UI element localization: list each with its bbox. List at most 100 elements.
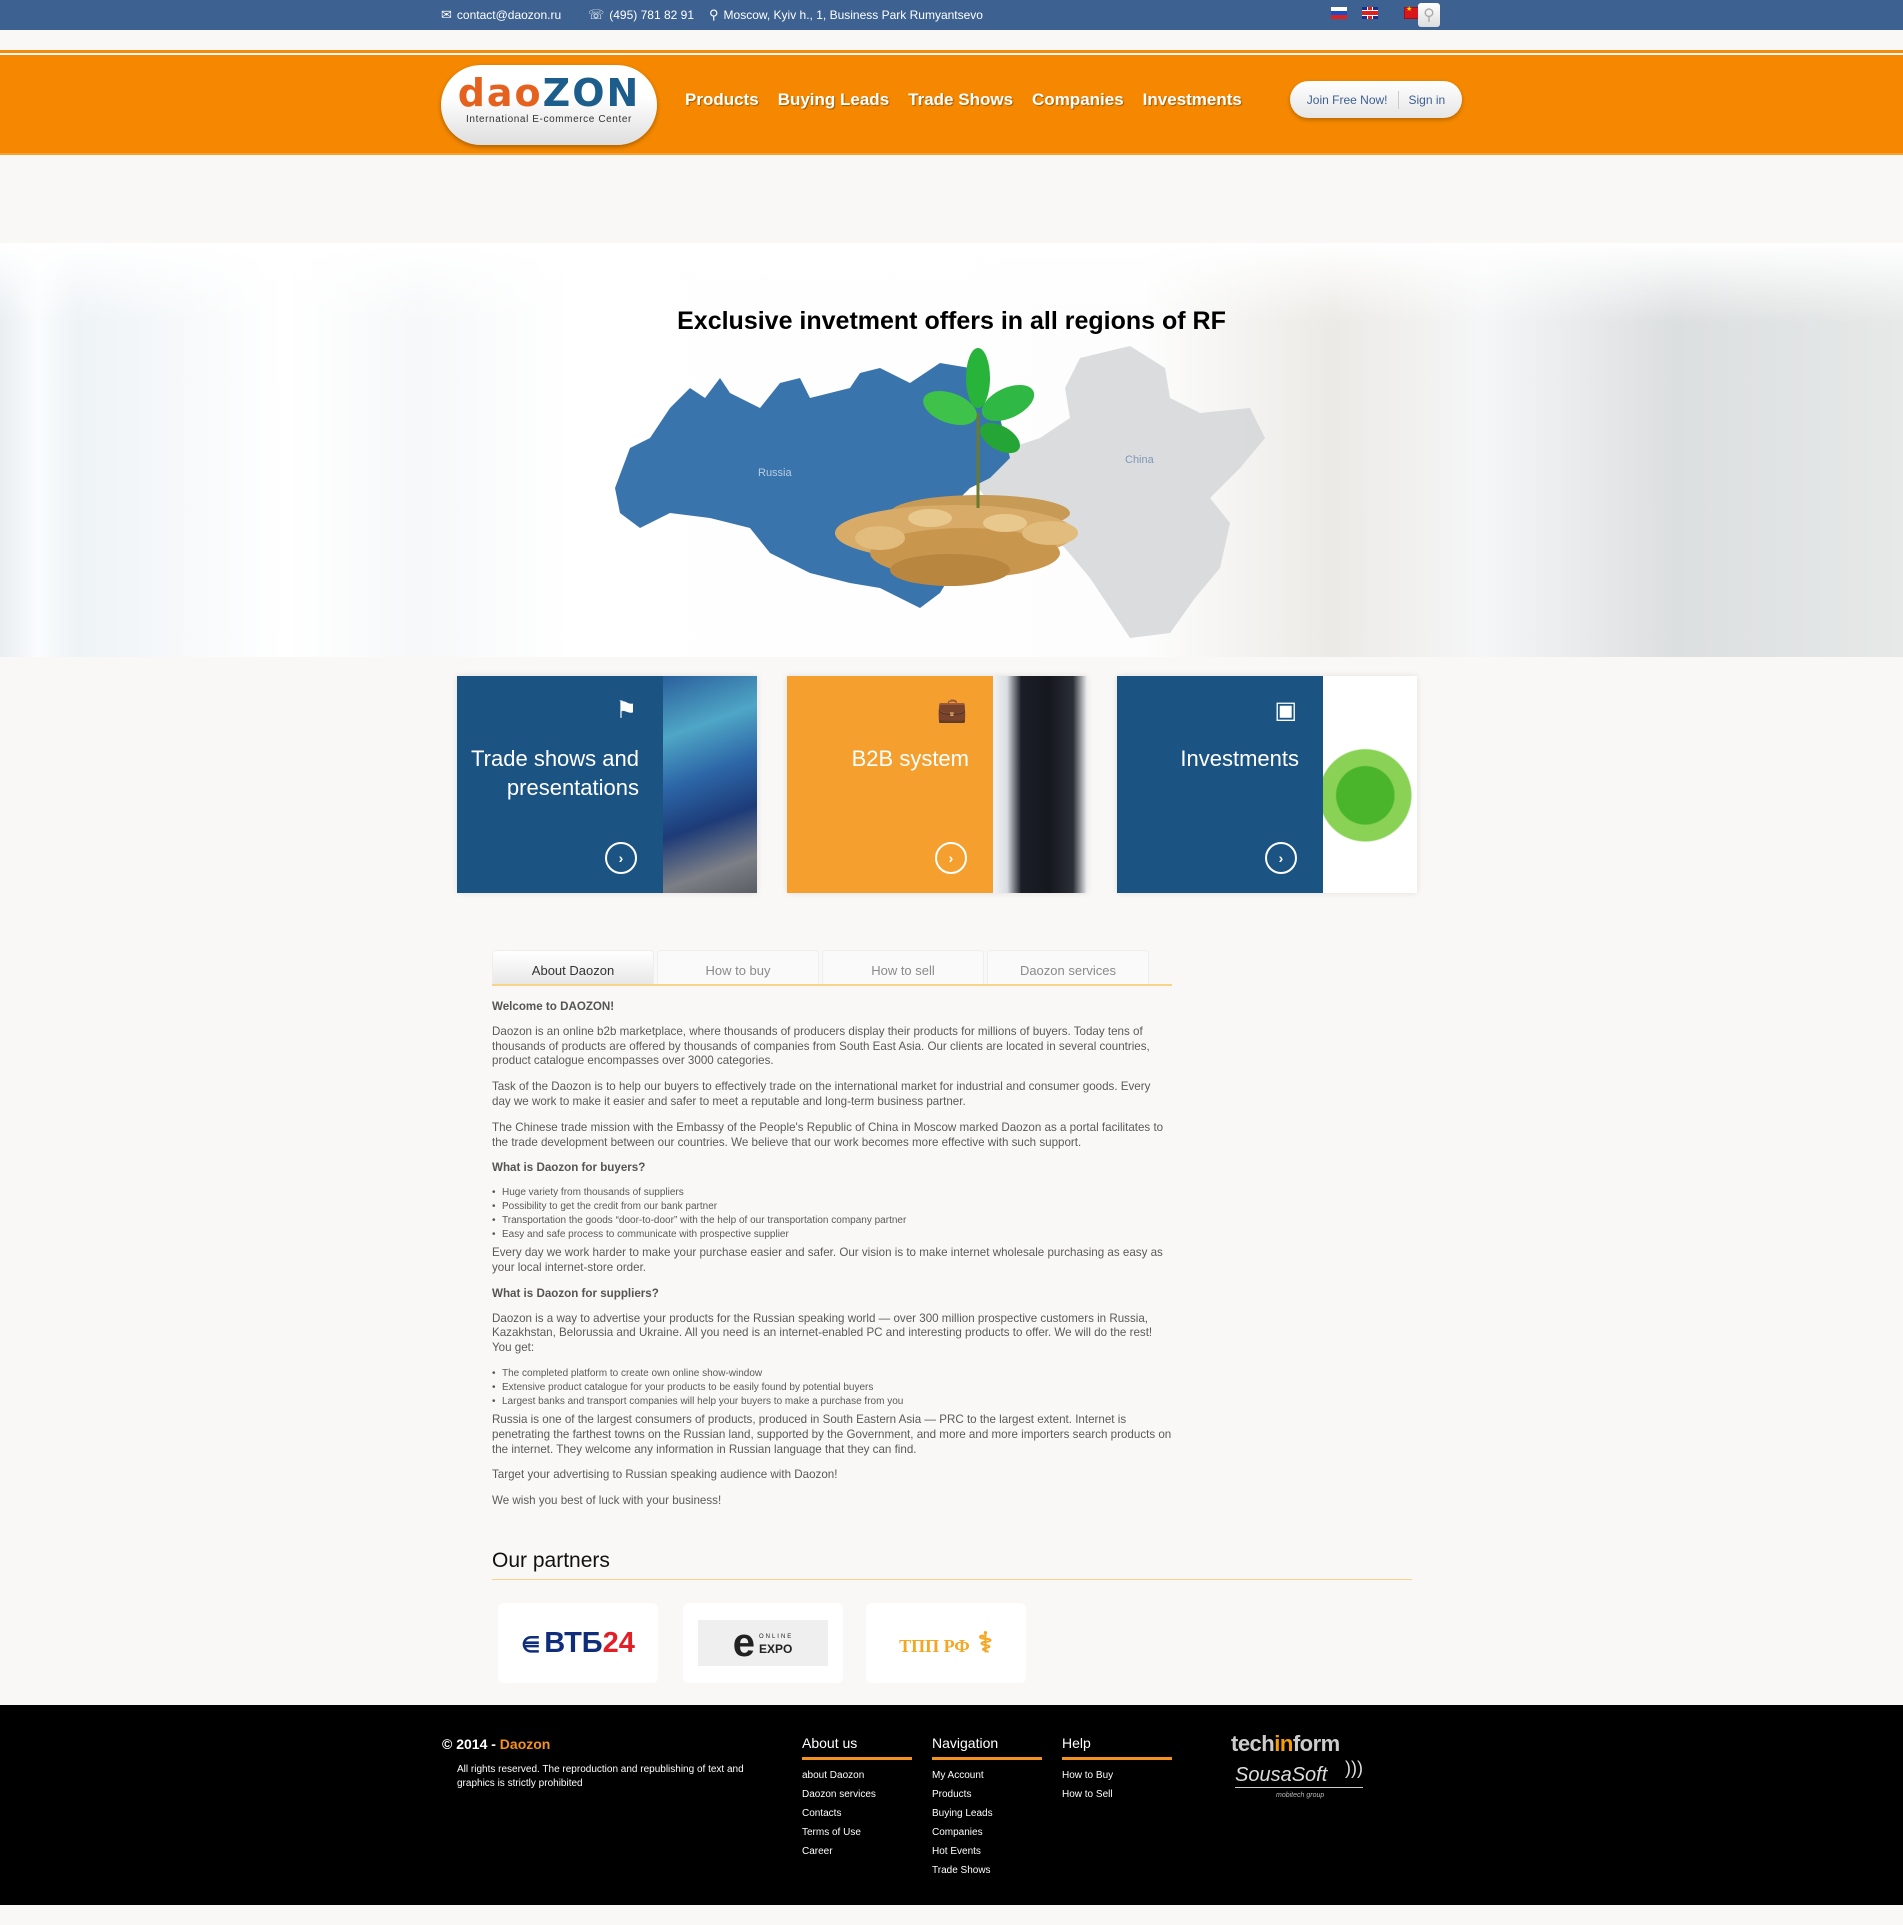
list-item: Extensive product catalogue for your pro… <box>492 1381 1172 1395</box>
footer-col-help: Help How to Buy How to Sell <box>1062 1735 1172 1804</box>
contact-email[interactable]: ✉ contact@daozon.ru <box>441 0 561 30</box>
phone-text: (495) 781 82 91 <box>609 8 694 22</box>
list-item: Transportation the goods “door-to-door” … <box>492 1214 1172 1228</box>
card-title: Investments <box>1180 746 1299 771</box>
nav-companies[interactable]: Companies <box>1032 90 1124 110</box>
suppliers-heading: What is Daozon for suppliers? <box>492 1286 659 1300</box>
about-paragraph: Target your advertising to Russian speak… <box>492 1468 838 1482</box>
footer-link-trade-shows[interactable]: Trade Shows <box>932 1861 1042 1880</box>
vtb-number: 24 <box>602 1626 635 1659</box>
list-item: Largest banks and transport companies wi… <box>492 1395 1172 1409</box>
join-free-button[interactable]: Join Free Now! <box>1307 93 1388 107</box>
list-item: Huge variety from thousands of suppliers <box>492 1186 1172 1200</box>
tab-about-daozon[interactable]: About Daozon <box>492 950 654 984</box>
card-panel: ⚑ Trade shows and presentations › <box>457 676 663 893</box>
welcome-heading: Welcome to DAOZON! <box>492 1000 615 1013</box>
envelope-icon: ✉ <box>441 7 452 22</box>
partner-online-expo-logo[interactable]: e ONLINE EXPO <box>683 1603 843 1683</box>
techinform-logo[interactable]: techinform <box>1231 1731 1340 1757</box>
sousasoft-logo[interactable]: SousaSoft))) <box>1235 1758 1363 1788</box>
arrow-right-circle-icon[interactable]: › <box>935 842 967 874</box>
address-text: Moscow, Kyiv h., 1, Business Park Rumyan… <box>723 8 983 22</box>
signal-waves-icon: ))) <box>1345 1758 1363 1778</box>
logo-wordmark: daoZON <box>441 73 657 113</box>
footer-link-terms[interactable]: Terms of Use <box>802 1823 912 1842</box>
list-item: Possibility to get the credit from our b… <box>492 1200 1172 1214</box>
expo-text: ONLINE EXPO <box>759 1631 793 1655</box>
china-label: China <box>1125 454 1155 466</box>
investments-photo <box>1323 676 1417 893</box>
footer-link-how-to-buy[interactable]: How to Buy <box>1062 1766 1172 1785</box>
card-b2b-system[interactable]: 💼 B2B system › <box>787 676 1087 893</box>
copyright: © 2014 - Daozon <box>442 1736 550 1752</box>
nav-trade-shows[interactable]: Trade Shows <box>908 90 1013 110</box>
hero-banner[interactable]: Exclusive invetment offers in all region… <box>0 243 1903 657</box>
footer-link-contacts[interactable]: Contacts <box>802 1804 912 1823</box>
footer-link-about-daozon[interactable]: about Daozon <box>802 1766 912 1785</box>
rights-notice: All rights reserved. The reproduction an… <box>457 1764 744 1789</box>
expo-name: EXPO <box>758 1642 793 1656</box>
tab-how-to-sell[interactable]: How to sell <box>822 950 984 984</box>
about-paragraph: Russia is one of the largest consumers o… <box>492 1412 1172 1456</box>
logo-tagline: International E-commerce Center <box>466 114 632 125</box>
arrow-right-circle-icon[interactable]: › <box>1265 842 1297 874</box>
nav-investments[interactable]: Investments <box>1143 90 1242 110</box>
flag-icon: ⚑ <box>615 697 637 724</box>
russia-label: Russia <box>758 467 793 479</box>
trade-show-photo <box>663 676 757 893</box>
nav-products[interactable]: Products <box>685 90 759 110</box>
logo[interactable]: daoZON International E-commerce Center <box>441 65 657 145</box>
partners-heading: Our partners <box>492 1549 610 1572</box>
footer-brand: Daozon <box>499 1736 551 1752</box>
footer-link-daozon-services[interactable]: Daozon services <box>802 1785 912 1804</box>
caduceus-icon: ⚕ <box>977 1628 993 1659</box>
about-content: Welcome to DAOZON! Daozon is an online b… <box>492 1000 1172 1520</box>
card-panel: ▣ Investments › <box>1117 676 1323 893</box>
auth-pill: Join Free Now! Sign in <box>1290 81 1462 118</box>
about-paragraph: Daozon is a way to advertise your produc… <box>492 1311 1153 1355</box>
card-investments[interactable]: ▣ Investments › <box>1117 676 1417 893</box>
footer-link-buying-leads[interactable]: Buying Leads <box>932 1804 1042 1823</box>
techinform-part: tech <box>1231 1731 1275 1756</box>
arrow-right-circle-icon[interactable]: › <box>605 842 637 874</box>
nav-buying-leads[interactable]: Buying Leads <box>778 90 889 110</box>
hero-title: Exclusive invetment offers in all region… <box>677 307 1226 335</box>
buyers-list: Huge variety from thousands of suppliers… <box>492 1186 1172 1242</box>
sousasoft-subtitle: mobitech group <box>1276 1792 1325 1799</box>
about-paragraph: We wish you best of luck with your busin… <box>492 1494 722 1508</box>
footer-link-products[interactable]: Products <box>932 1785 1042 1804</box>
footer-link-career[interactable]: Career <box>802 1842 912 1861</box>
auth-separator <box>1397 90 1399 109</box>
partner-vtb24-logo[interactable]: ⋹ ВТБ24 <box>498 1603 658 1683</box>
header-divider-line <box>0 50 1903 53</box>
partner-tpp-rf-logo[interactable]: ТПП РФ ⚕ <box>866 1603 1026 1683</box>
vtb24-wordmark: ⋹ ВТБ24 <box>521 1627 635 1660</box>
main-nav: Products Buying Leads Trade Shows Compan… <box>685 90 1242 110</box>
partners-divider <box>492 1579 1412 1580</box>
map-marker-icon: ⚲ <box>709 7 719 22</box>
logo-word-zon: ZON <box>542 71 641 115</box>
tpp-wordmark: ТПП РФ ⚕ <box>899 1626 993 1660</box>
footer-link-my-account[interactable]: My Account <box>932 1766 1042 1785</box>
expo-e-icon: e <box>732 1621 755 1665</box>
list-item: Easy and safe process to communicate wit… <box>492 1228 1172 1242</box>
contact-phone: ☏ (495) 781 82 91 <box>588 0 694 30</box>
search-icon: ⚲ <box>1423 7 1435 24</box>
tab-how-to-buy[interactable]: How to buy <box>657 950 819 984</box>
sign-in-button[interactable]: Sign in <box>1409 93 1446 107</box>
briefcase-icon: 💼 <box>937 697 967 724</box>
flag-english-icon[interactable] <box>1362 7 1378 19</box>
flag-russian-icon[interactable] <box>1331 7 1347 19</box>
suppliers-list: The completed platform to create own onl… <box>492 1367 1172 1409</box>
card-trade-shows[interactable]: ⚑ Trade shows and presentations › <box>457 676 757 893</box>
footer-link-hot-events[interactable]: Hot Events <box>932 1842 1042 1861</box>
techinform-part: form <box>1292 1731 1340 1756</box>
techinform-part: in <box>1274 1731 1293 1756</box>
phone-icon: ☏ <box>588 7 605 22</box>
footer-col-title: Help <box>1062 1735 1172 1760</box>
footer-link-companies[interactable]: Companies <box>932 1823 1042 1842</box>
search-button[interactable]: ⚲ <box>1418 3 1440 27</box>
tpp-text: ТПП РФ <box>899 1636 970 1656</box>
tab-daozon-services[interactable]: Daozon services <box>987 950 1149 984</box>
footer-link-how-to-sell[interactable]: How to Sell <box>1062 1785 1172 1804</box>
